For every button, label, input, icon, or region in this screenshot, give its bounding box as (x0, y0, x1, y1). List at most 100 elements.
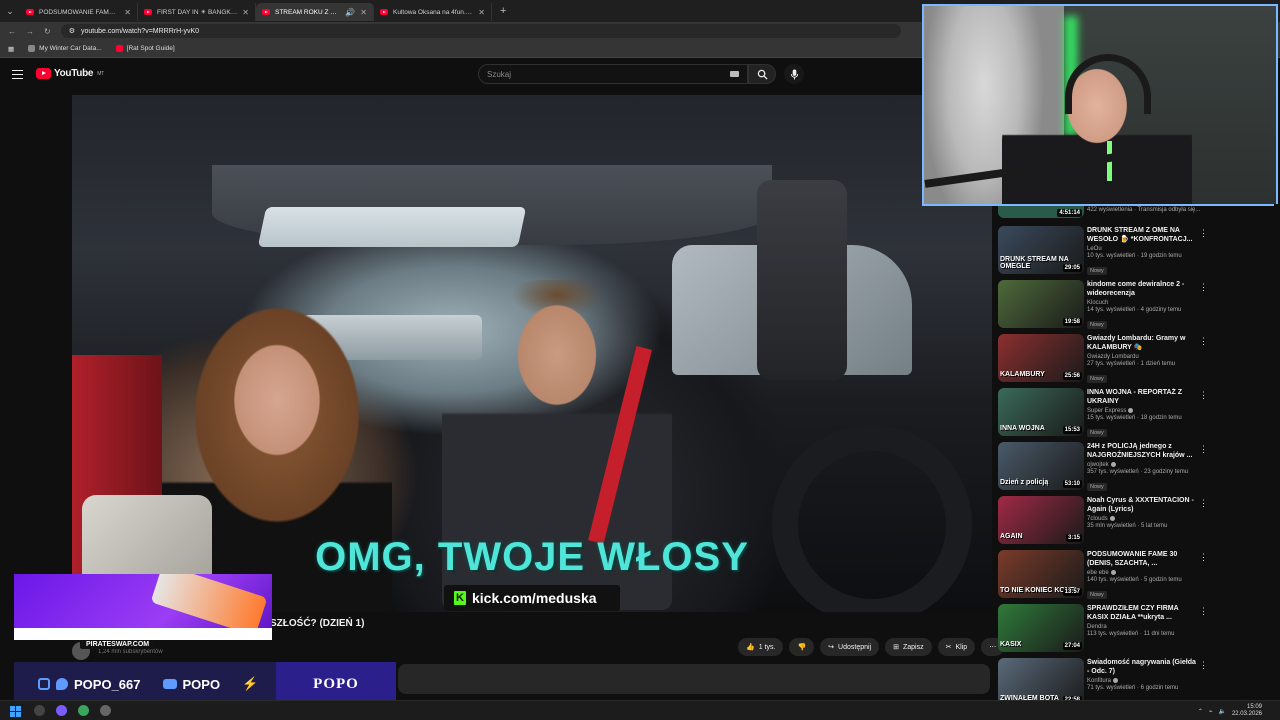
recommendation-item[interactable]: TO NIE KONIEC KONFL 13:57 PODSUMOWANIE FAM… (998, 548, 1208, 602)
channel-line[interactable]: Super Express (1087, 408, 1197, 414)
close-tab-icon[interactable]: ✕ (360, 8, 367, 17)
dislike-button[interactable]: 👎 (789, 638, 815, 656)
more-options-icon[interactable]: ⋮ (1199, 552, 1208, 563)
search-input[interactable]: Szukaj (478, 64, 748, 84)
chrome-icon[interactable] (78, 705, 89, 716)
site-info-icon[interactable]: ⚙ (69, 27, 75, 35)
video-info[interactable]: kindome come dewiralnce 2 - wideorecenzj… (1087, 280, 1197, 331)
browser-tab[interactable]: FIRST DAY IN ☀ BANGKOK - Yo ✕ (138, 3, 256, 21)
channel-line[interactable]: 7clouds (1087, 516, 1197, 522)
windows-start-icon[interactable] (10, 706, 21, 717)
video-info[interactable]: DRUNK STREAM Z OME NA WESOŁO 🍺 *KONFRONT… (1087, 226, 1197, 277)
save-button[interactable]: ⊞ Zapisz (885, 638, 932, 656)
channel-line[interactable]: Dendra (1087, 624, 1197, 630)
recommendation-item[interactable]: DRUNK STREAM NA OMEGLE 29:05 DRUNK STREAM … (998, 224, 1208, 278)
more-options-icon[interactable]: ⋮ (1199, 390, 1208, 401)
video-title[interactable]: Świadomość nagrywania (Giełda - Odc. 7) (1087, 658, 1197, 676)
video-title[interactable]: Noah Cyrus & XXXTENTACION - Again (Lyric… (1087, 496, 1197, 514)
channel-line[interactable]: ebe ebe (1087, 570, 1197, 576)
chevron-up-icon[interactable]: ⌃ (1198, 708, 1203, 715)
video-title[interactable]: 24H z POLICJĄ jednego z NAJGROŹNIEJSZYCH… (1087, 442, 1197, 460)
close-tab-icon[interactable]: ✕ (124, 8, 131, 17)
taskbar-app-icon[interactable] (34, 705, 45, 716)
more-options-icon[interactable]: ⋮ (1199, 228, 1208, 239)
new-tab-button[interactable]: + (492, 5, 514, 17)
recommendation-item[interactable]: KALAMBURY 25:56 Gwiazdy Lombardu: Gramy w … (998, 332, 1208, 386)
video-info[interactable]: Świadomość nagrywania (Giełda - Odc. 7) K… (1087, 658, 1197, 691)
clock[interactable]: 15:09 22.03.2026 (1232, 704, 1262, 718)
thumbnail[interactable]: TO NIE KONIEC KONFL 13:57 (998, 550, 1084, 598)
menu-icon[interactable] (12, 70, 23, 79)
browser-tab[interactable]: PODSUMOWANIE FAME 30 (DE ✕ (20, 3, 138, 21)
logo-region: MT (97, 70, 104, 77)
video-info[interactable]: Noah Cyrus & XXXTENTACION - Again (Lyric… (1087, 496, 1197, 529)
video-title[interactable]: PODSUMOWANIE FAME 30 (DENIS, SZACHTA, ..… (1087, 550, 1197, 568)
thumbnail-text: KASIX (1000, 641, 1022, 648)
channel-line[interactable]: Gwiazdy Lombardu (1087, 354, 1197, 360)
browser-tab[interactable]: Kultowa Oksana na 4fun.tv - dy ✕ (374, 3, 492, 21)
video-title[interactable]: SPRAWDZIŁEM CZY FIRMA KASIX DZIAŁA **ukr… (1087, 604, 1197, 622)
network-icon[interactable]: ⌁ (1209, 708, 1213, 715)
video-title[interactable]: DRUNK STREAM Z OME NA WESOŁO 🍺 *KONFRONT… (1087, 226, 1197, 244)
more-options-icon[interactable]: ⋮ (1199, 282, 1208, 293)
keyboard-icon[interactable] (730, 71, 739, 77)
tab-search-button[interactable]: ⌄ (0, 0, 20, 22)
thumbnail[interactable]: ZWINĄŁEM BOTA22:58 (998, 658, 1084, 706)
close-tab-icon[interactable]: ✕ (242, 8, 249, 17)
speaker-icon[interactable]: 🔊 (345, 8, 355, 17)
video-title[interactable]: INNA WOJNA - REPORTAŻ Z UKRAINY (1087, 388, 1197, 406)
thumbnail[interactable]: DRUNK STREAM NA OMEGLE 29:05 (998, 226, 1084, 274)
thumbnail[interactable]: KALAMBURY 25:56 (998, 334, 1084, 382)
new-badge: Nowy (1087, 321, 1107, 329)
more-options-icon[interactable]: ⋮ (1199, 606, 1208, 617)
share-button[interactable]: ↪ Udostępnij (820, 638, 880, 656)
channel-line[interactable]: Klocuch (1087, 300, 1197, 306)
url-field[interactable]: ⚙ youtube.com/watch?v=MRRRrH-yvK0 (60, 24, 901, 38)
taskbar-app-icon[interactable] (100, 705, 111, 716)
browser-tab-active[interactable]: STREAM ROKU Z QOQSIK | 🔊 ✕ (256, 3, 374, 21)
back-icon[interactable]: ← (8, 27, 16, 36)
like-button[interactable]: 👍 1 tys. (738, 638, 784, 656)
channel-line[interactable]: LeOu (1087, 246, 1197, 252)
more-options-icon[interactable]: ⋮ (1199, 498, 1208, 509)
page-scrollbar[interactable] (1274, 204, 1280, 694)
video-info[interactable]: SPRAWDZIŁEM CZY FIRMA KASIX DZIAŁA **ukr… (1087, 604, 1197, 637)
search-button[interactable] (748, 64, 776, 84)
more-options-icon[interactable]: ⋮ (1199, 336, 1208, 347)
volume-icon[interactable]: 🔈 (1218, 708, 1225, 715)
recommendation-item[interactable]: AGAIN 3:15 Noah Cyrus & XXXTENTACION - Aga… (998, 494, 1208, 548)
voice-search-button[interactable] (784, 64, 804, 84)
youtube-logo[interactable]: YouTube MT (36, 68, 104, 79)
video-title[interactable]: kindome come dewiralnce 2 - wideorecenzj… (1087, 280, 1197, 298)
close-tab-icon[interactable]: ✕ (478, 8, 485, 17)
recommendation-item[interactable]: INNA WOJNA 15:53 INNA WOJNA - REPORTAŻ Z U… (998, 386, 1208, 440)
thumbnail[interactable]: KASIX 27:04 (998, 604, 1084, 652)
apps-icon[interactable]: ▦ (8, 45, 14, 53)
reload-icon[interactable]: ↻ (44, 27, 51, 36)
clip-button[interactable]: ✂ Klip (937, 638, 976, 656)
thumbnail[interactable]: INNA WOJNA 15:53 (998, 388, 1084, 436)
video-info[interactable]: PODSUMOWANIE FAME 30 (DENIS, SZACHTA, ..… (1087, 550, 1197, 601)
recommendation-item[interactable]: Dzień z policją 53:10 24H z POLICJĄ jedneg… (998, 440, 1208, 494)
verified-icon (1109, 516, 1115, 521)
video-player[interactable]: OMG, TWOJE WŁOSY K kick.com/meduska (72, 95, 992, 612)
thumbnail[interactable]: 19:58 (998, 280, 1084, 328)
channel-line[interactable]: Konfitura (1087, 678, 1197, 684)
description-box[interactable] (398, 664, 990, 694)
taskbar-app-icon[interactable] (56, 705, 67, 716)
thumbnail[interactable]: AGAIN 3:15 (998, 496, 1084, 544)
bookmark-item[interactable]: My Winter Car Data... (28, 45, 102, 52)
more-options-icon[interactable]: ⋮ (1199, 660, 1208, 671)
thumbnail[interactable]: Dzień z policją 53:10 (998, 442, 1084, 490)
video-info[interactable]: Gwiazdy Lombardu: Gramy w KALAMBURY 🎭 Gwi… (1087, 334, 1197, 385)
recommendation-item[interactable]: 19:58 kindome come dewiralnce 2 - wideore… (998, 278, 1208, 332)
video-info[interactable]: INNA WOJNA - REPORTAŻ Z UKRAINY Super Exp… (1087, 388, 1197, 439)
more-options-icon[interactable]: ⋮ (1199, 444, 1208, 455)
recommendation-item[interactable]: KASIX 27:04 SPRAWDZIŁEM CZY FIRMA KASIX DZ… (998, 602, 1208, 656)
video-info[interactable]: 24H z POLICJĄ jednego z NAJGROŹNIEJSZYCH… (1087, 442, 1197, 493)
video-title[interactable]: Gwiazdy Lombardu: Gramy w KALAMBURY 🎭 (1087, 334, 1197, 352)
forward-icon[interactable]: → (26, 27, 34, 36)
sidebar-partial-item[interactable]: 4:51:14 422 wyświetlenia · Transmisja od… (998, 206, 1208, 218)
bookmark-item[interactable]: [Rat Spot Guide] (115, 45, 175, 52)
channel-line[interactable]: ojwojtek (1087, 462, 1197, 468)
